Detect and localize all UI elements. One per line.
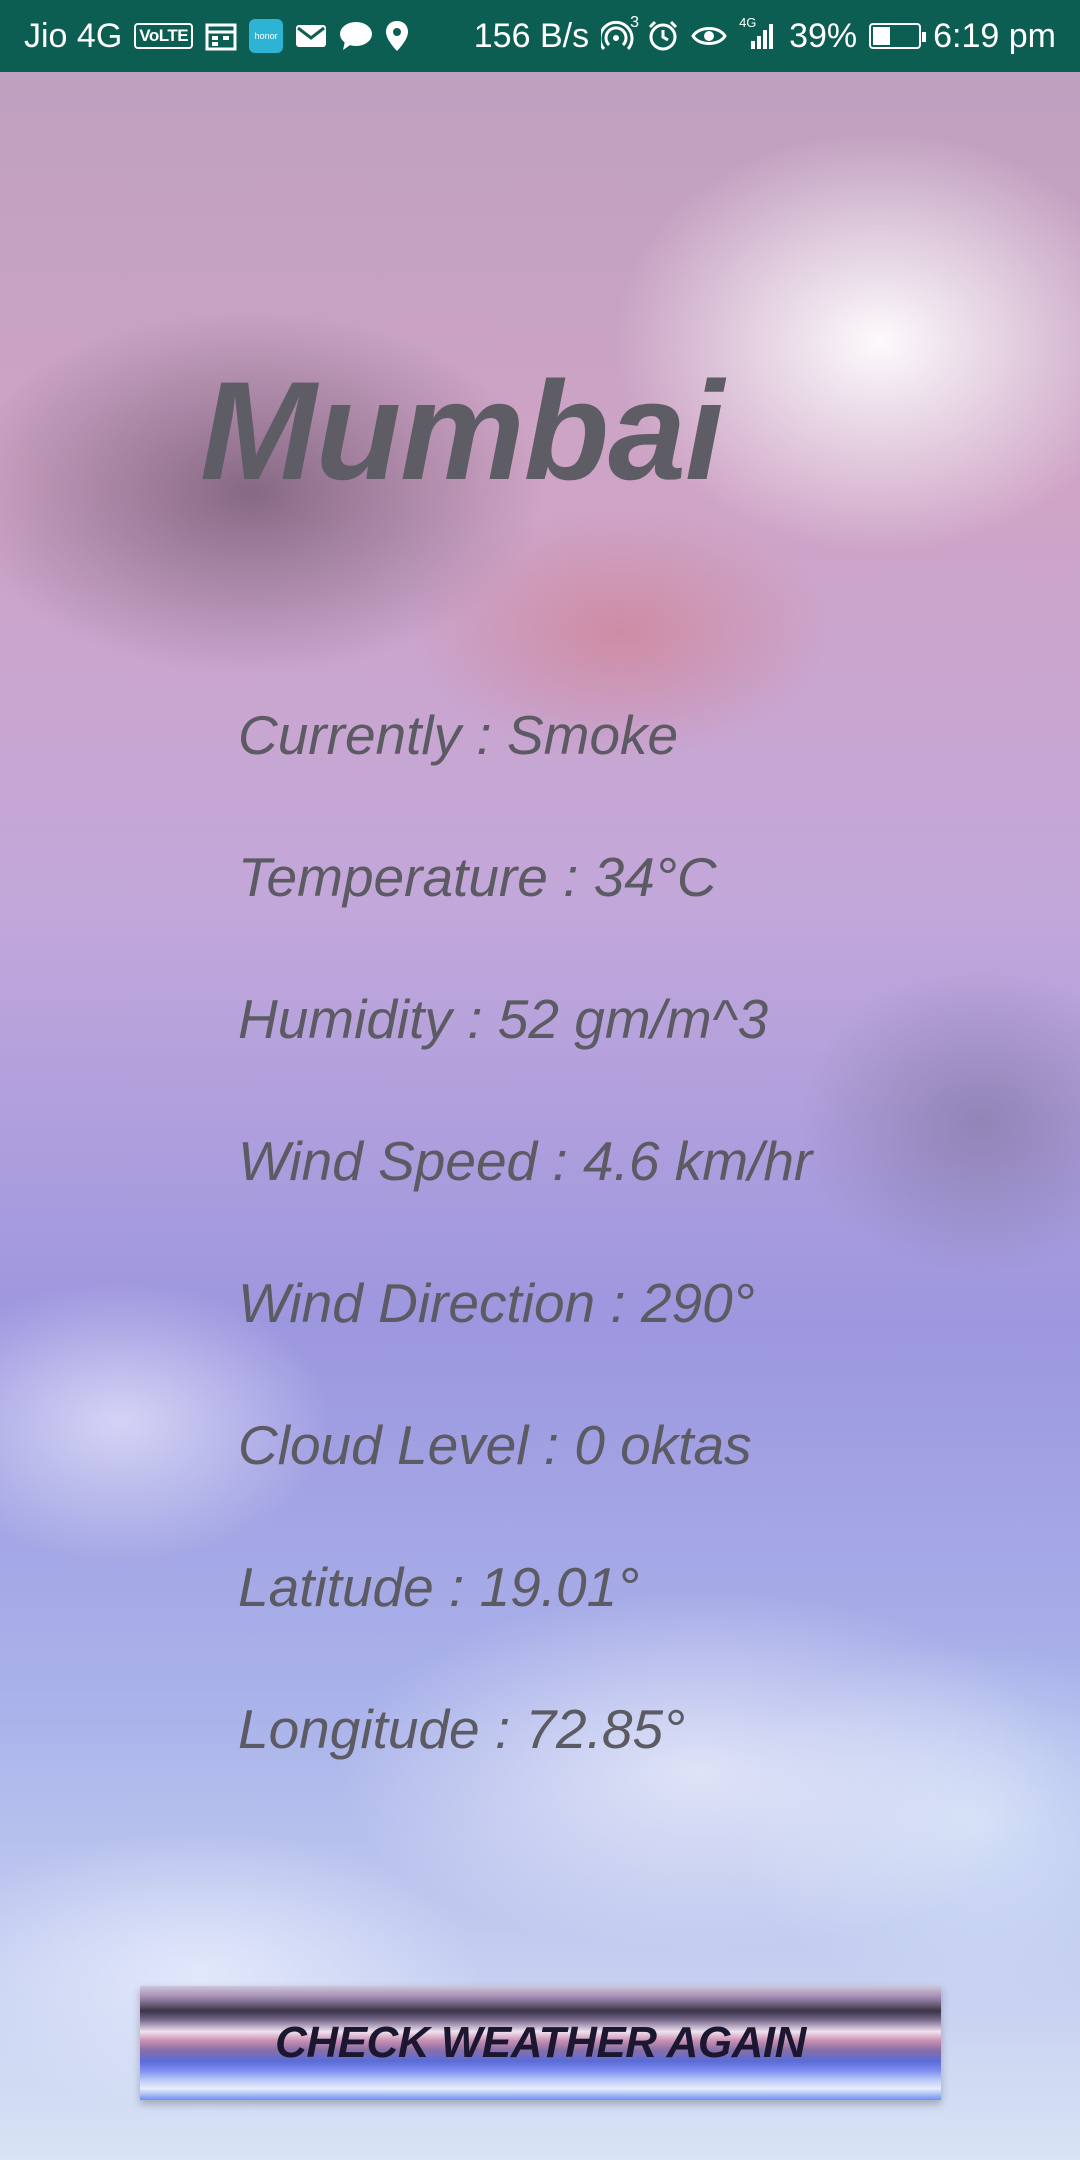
check-weather-again-button[interactable]: CHECK WEATHER AGAIN: [140, 1986, 941, 2100]
battery-charging-icon: [869, 23, 927, 49]
weather-separator: :: [537, 1130, 583, 1192]
weather-row: Humidity : 52 gm/m^3: [238, 984, 812, 1126]
weather-label: Temperature: [238, 846, 548, 908]
weather-label: Latitude: [238, 1556, 434, 1618]
weather-value: 34°C: [593, 846, 717, 908]
weather-label: Cloud Level: [238, 1414, 529, 1476]
chat-icon: [339, 21, 373, 51]
weather-label: Longitude: [238, 1698, 480, 1760]
volte-icon: VoLTE: [134, 23, 194, 49]
weather-row: Temperature : 34°C: [238, 842, 812, 984]
check-weather-again-label: CHECK WEATHER AGAIN: [275, 2018, 806, 2067]
clock: 6:19 pm: [933, 16, 1056, 55]
weather-label: Currently: [238, 704, 462, 766]
weather-details: Currently : Smoke Temperature : 34°C Humid…: [238, 700, 812, 1836]
weather-separator: :: [479, 1698, 526, 1760]
weather-value: 0 oktas: [574, 1414, 752, 1476]
location-icon: [385, 20, 409, 52]
eye-icon: [691, 23, 727, 49]
weather-row: Currently : Smoke: [238, 700, 812, 842]
weather-value: 290°: [640, 1272, 755, 1334]
hotspot-icon: 3: [601, 14, 639, 52]
weather-value: 52 gm/m^3: [497, 988, 769, 1050]
status-bar: Jio 4G VoLTE honor 156 B/s 3 4G 39% 6:19…: [0, 0, 1080, 72]
weather-row: Wind Direction : 290°: [238, 1268, 812, 1410]
weather-label: Wind Direction: [238, 1272, 596, 1334]
network-speed: 156 B/s: [473, 16, 590, 55]
weather-row: Longitude : 72.85°: [238, 1694, 812, 1836]
honor-app-icon: honor: [249, 19, 284, 53]
weather-separator: :: [451, 988, 498, 1050]
city-title: Mumbai: [200, 352, 724, 509]
signal-icon: 4G: [739, 15, 777, 51]
calendar-icon: [205, 21, 237, 51]
weather-separator: :: [433, 1556, 480, 1618]
weather-value: Smoke: [506, 704, 679, 766]
carrier-label: Jio 4G: [24, 16, 123, 55]
battery-percent: 39%: [789, 16, 858, 55]
weather-separator: :: [461, 704, 507, 766]
weather-value: 4.6 km/hr: [583, 1130, 813, 1192]
weather-row: Latitude : 19.01°: [238, 1552, 812, 1694]
mail-icon: [295, 23, 327, 49]
weather-separator: :: [528, 1414, 575, 1476]
status-bar-left: Jio 4G VoLTE honor: [24, 17, 409, 56]
weather-label: Wind Speed: [238, 1130, 538, 1192]
weather-row: Cloud Level : 0 oktas: [238, 1410, 812, 1552]
alarm-icon: [647, 20, 679, 52]
network-type: 4G: [739, 15, 757, 30]
status-bar-right: 156 B/s 3 4G 39% 6:19 pm: [473, 14, 1056, 56]
weather-row: Wind Speed : 4.6 km/hr: [238, 1126, 812, 1268]
weather-value: 72.85°: [525, 1698, 686, 1760]
weather-value: 19.01°: [479, 1556, 640, 1618]
weather-label: Humidity: [238, 988, 452, 1050]
weather-separator: :: [547, 846, 594, 908]
weather-separator: :: [595, 1272, 641, 1334]
hotspot-count: 3: [630, 14, 640, 31]
